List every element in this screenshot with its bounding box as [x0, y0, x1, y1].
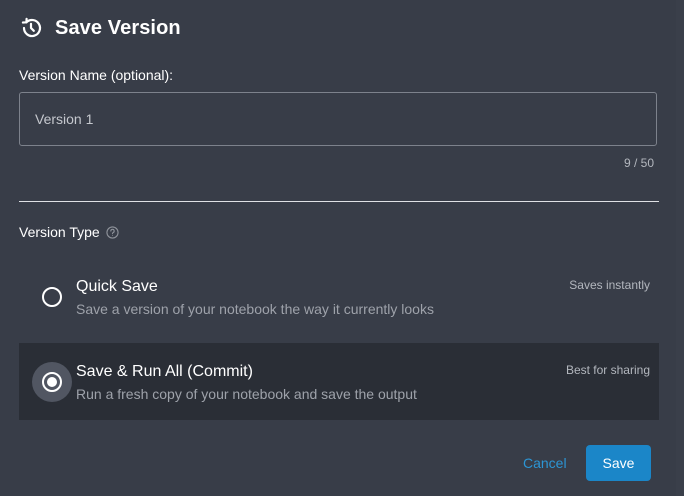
dialog-title: Save Version — [55, 16, 181, 39]
save-version-dialog: Save Version Version Name (optional): 9 … — [0, 0, 684, 496]
quick-save-radio[interactable] — [32, 277, 72, 317]
option-save-run-all[interactable]: Save & Run All (Commit) Run a fresh copy… — [19, 343, 659, 420]
option-description: Run a fresh copy of your notebook and sa… — [76, 386, 417, 402]
version-type-heading: Version Type — [19, 224, 119, 240]
dialog-header: Save Version — [19, 16, 181, 40]
scroll-edge — [676, 0, 684, 496]
cancel-button[interactable]: Cancel — [513, 445, 577, 481]
radio-unchecked-icon — [42, 287, 62, 307]
option-quick-save[interactable]: Quick Save Save a version of your notebo… — [19, 258, 659, 335]
save-button[interactable]: Save — [586, 445, 651, 481]
option-description: Save a version of your notebook the way … — [76, 301, 434, 317]
help-circle-icon[interactable] — [106, 225, 119, 239]
section-divider — [19, 201, 659, 202]
save-run-all-radio[interactable] — [32, 362, 72, 402]
option-title: Save & Run All (Commit) — [76, 363, 253, 380]
option-hint: Saves instantly — [569, 278, 650, 292]
version-name-label: Version Name (optional): — [19, 67, 174, 83]
option-title: Quick Save — [76, 278, 158, 295]
character-count: 9 / 50 — [623, 156, 654, 170]
option-hint: Best for sharing — [565, 363, 650, 377]
version-name-input[interactable] — [19, 92, 657, 146]
version-type-label: Version Type — [19, 224, 100, 240]
history-clock-icon — [21, 17, 42, 38]
radio-checked-icon — [42, 372, 62, 392]
